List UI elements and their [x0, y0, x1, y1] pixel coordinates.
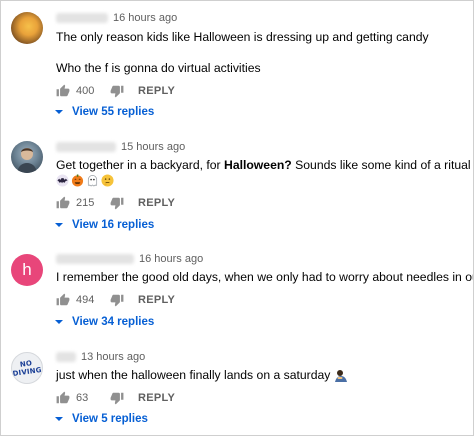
caret-down-icon — [55, 417, 63, 421]
jack-o-lantern-emoji-icon — [71, 174, 84, 187]
reply-button[interactable]: REPLY — [138, 85, 175, 97]
like-count: 63 — [76, 392, 89, 404]
like-count: 215 — [76, 197, 95, 209]
comment-header: 13 hours ago — [56, 349, 145, 365]
thumbs-down-icon[interactable] — [110, 391, 124, 405]
view-replies-button[interactable]: View 55 replies — [54, 105, 154, 119]
avatar[interactable]: h — [11, 254, 43, 286]
comment-header: 16 hours ago — [56, 10, 177, 26]
view-replies-label: View 34 replies — [72, 316, 155, 328]
comment-header: 16 hours ago — [56, 251, 203, 267]
author-name-redacted[interactable] — [56, 254, 134, 264]
avatar-letter: h — [22, 260, 32, 279]
author-name-redacted[interactable] — [56, 13, 108, 23]
view-replies-button[interactable]: View 5 replies — [54, 412, 148, 426]
view-replies-label: View 5 replies — [72, 413, 148, 425]
ghost-emoji-icon — [87, 175, 98, 187]
comment-text-bold: Halloween? — [224, 158, 292, 172]
caret-down-icon — [55, 223, 63, 227]
thinking-face-emoji-icon — [101, 174, 114, 187]
view-replies-button[interactable]: View 16 replies — [54, 218, 154, 232]
reply-button[interactable]: REPLY — [138, 197, 175, 209]
thumbs-up-icon[interactable] — [56, 391, 70, 405]
bat-emoji-icon — [56, 174, 69, 187]
thumbs-down-icon[interactable] — [110, 84, 124, 98]
comment-actions: 400 REPLY — [56, 84, 175, 98]
reply-button[interactable]: REPLY — [138, 294, 175, 306]
caret-down-icon — [55, 110, 63, 114]
comment-text: Who the f is gonna do virtual activities — [56, 61, 261, 75]
comment-timestamp[interactable]: 16 hours ago — [139, 253, 203, 265]
comment-text-part: just when the halloween finally lands on… — [56, 368, 331, 382]
thumbs-down-icon[interactable] — [110, 196, 124, 210]
comment-timestamp[interactable]: 16 hours ago — [113, 12, 177, 24]
comment-text: The only reason kids like Halloween is d… — [56, 30, 429, 44]
comment-text: I remember the good old days, when we on… — [56, 270, 473, 284]
view-replies-label: View 55 replies — [72, 106, 155, 118]
thumbs-up-icon[interactable] — [56, 196, 70, 210]
person-bowing-emoji-icon — [335, 369, 348, 382]
comment-text: just when the halloween finally lands on… — [56, 367, 348, 383]
comment-actions: 63 REPLY — [56, 391, 175, 405]
comment-text-part: Sounds like some kind of a ritual to me.… — [295, 158, 473, 172]
author-name-redacted[interactable] — [56, 142, 116, 152]
person-photo-icon — [17, 148, 37, 173]
comments-section: 16 hours ago The only reason kids like H… — [0, 0, 474, 436]
comment-header: 15 hours ago — [56, 139, 185, 155]
like-count: 494 — [76, 294, 95, 306]
reply-button[interactable]: REPLY — [138, 392, 175, 404]
emoji-row — [56, 174, 114, 187]
author-name-redacted[interactable] — [56, 352, 76, 362]
view-replies-label: View 16 replies — [72, 219, 155, 231]
avatar[interactable] — [11, 12, 43, 44]
avatar[interactable] — [11, 141, 43, 173]
comment-actions: 215 REPLY — [56, 196, 175, 210]
comment-actions: 494 REPLY — [56, 293, 175, 307]
caret-down-icon — [55, 320, 63, 324]
comment-text-part: Get together in a backyard, for — [56, 158, 225, 172]
like-count: 400 — [76, 85, 95, 97]
comment-timestamp[interactable]: 15 hours ago — [121, 141, 185, 153]
view-replies-button[interactable]: View 34 replies — [54, 315, 154, 329]
no-diving-logo: NO DIVING — [12, 359, 43, 378]
thumbs-down-icon[interactable] — [110, 293, 124, 307]
comment-text: Get together in a backyard, for Hallowee… — [56, 157, 473, 173]
thumbs-up-icon[interactable] — [56, 293, 70, 307]
thumbs-up-icon[interactable] — [56, 84, 70, 98]
avatar[interactable]: NO DIVING — [11, 352, 43, 384]
comment-timestamp[interactable]: 13 hours ago — [81, 351, 145, 363]
